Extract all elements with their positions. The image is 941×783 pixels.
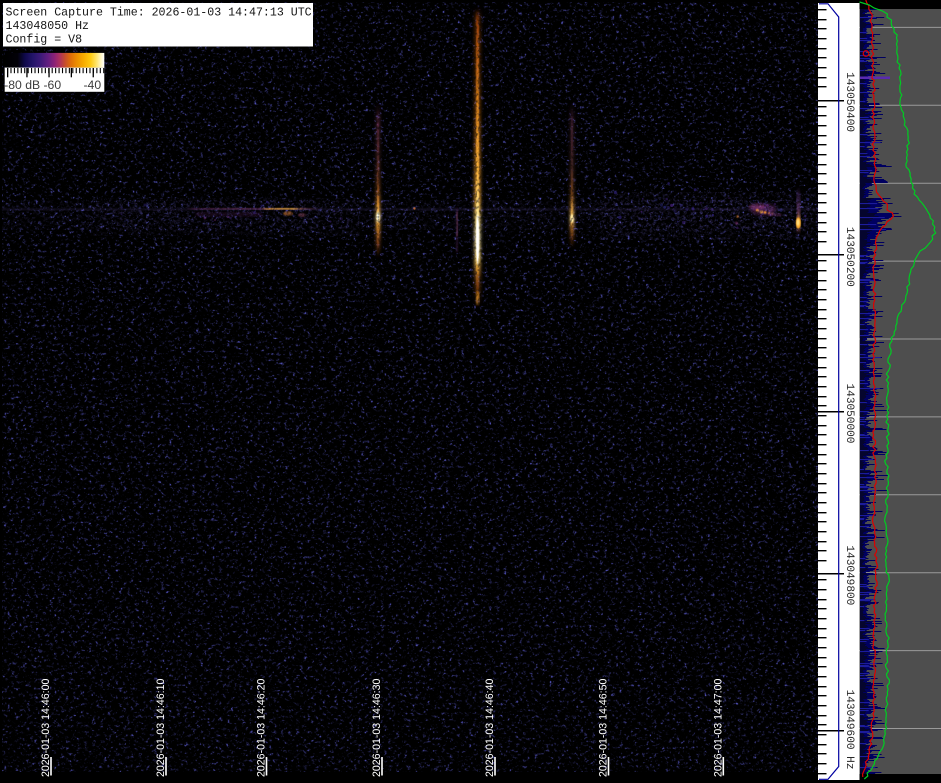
svg-text:2026-01-03 14:46:20: 2026-01-03 14:46:20	[256, 679, 268, 777]
svg-text:143050400: 143050400	[843, 72, 855, 132]
svg-text:2026-01-03 14:46:00: 2026-01-03 14:46:00	[40, 679, 52, 777]
svg-text:2026-01-03 14:46:10: 2026-01-03 14:46:10	[155, 679, 167, 777]
svg-text:Screen Capture Time: 2026-01-0: Screen Capture Time: 2026-01-03 14:47:13…	[6, 6, 312, 19]
svg-text:2026-01-03 14:46:50: 2026-01-03 14:46:50	[598, 679, 610, 777]
svg-text:143050000: 143050000	[843, 384, 855, 444]
svg-text:143049800: 143049800	[843, 545, 855, 605]
svg-text:2026-01-03 14:46:40: 2026-01-03 14:46:40	[484, 679, 496, 777]
svg-text:2026-01-03 14:47:00: 2026-01-03 14:47:00	[712, 679, 724, 777]
svg-text:143048050 Hz: 143048050 Hz	[6, 20, 90, 33]
svg-text:2026-01-03 14:46:30: 2026-01-03 14:46:30	[371, 679, 383, 777]
svg-text:143049600 Hz: 143049600 Hz	[843, 690, 855, 770]
svg-text:-80 dB -60: -80 dB -60	[4, 78, 61, 92]
svg-text:Config = V8: Config = V8	[6, 34, 83, 47]
svg-text:143050200: 143050200	[843, 227, 855, 287]
svg-text:-40: -40	[84, 78, 102, 92]
